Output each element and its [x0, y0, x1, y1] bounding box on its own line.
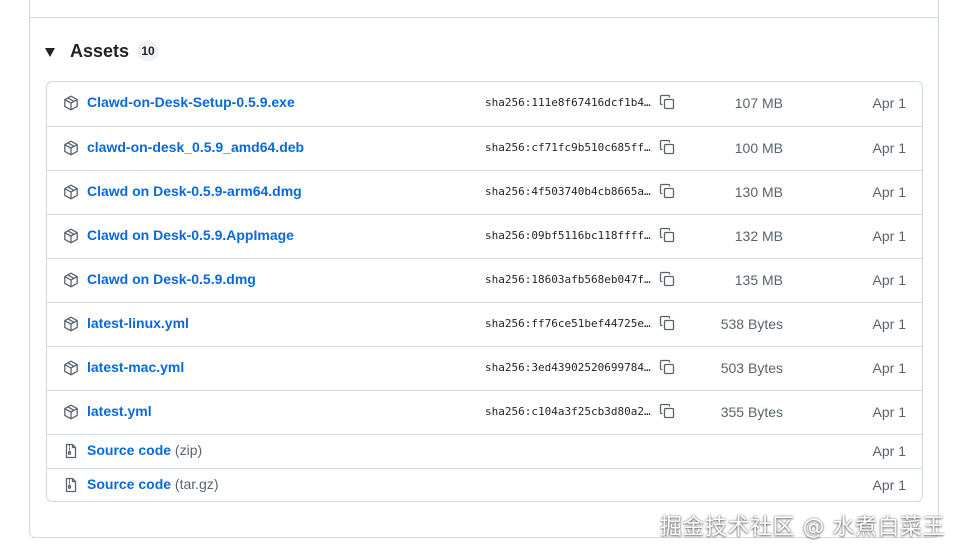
asset-date: Apr 1: [872, 477, 906, 493]
package-icon: [63, 184, 79, 200]
asset-date: Apr 1: [872, 184, 906, 200]
asset-download-link[interactable]: clawd-on-desk_0.5.9_amd64.deb: [87, 139, 304, 155]
source-code-link[interactable]: Source code (zip): [87, 442, 202, 458]
source-code-format: (tar.gz): [174, 476, 219, 492]
sha256-digest: sha256:111e8f67416dcf1b4…: [485, 96, 651, 109]
copy-icon[interactable]: [659, 315, 677, 333]
asset-name-text: clawd-on-desk_0.5.9_amd64.deb: [87, 139, 305, 155]
asset-download-link[interactable]: latest-mac.yml: [87, 359, 184, 375]
sha256-digest: sha256:4f503740b4cb8665a…: [485, 185, 651, 198]
asset-row: latest-mac.yml sha256:3ed43902520699784… 5…: [47, 346, 922, 390]
asset-date: Apr 1: [872, 272, 906, 288]
sha256-digest: sha256:c104a3f25cb3d80a2…: [485, 405, 651, 418]
copy-icon[interactable]: [659, 139, 677, 157]
package-icon: [63, 404, 79, 420]
copy-icon[interactable]: [659, 183, 677, 201]
file-zip-icon: [63, 477, 79, 493]
sha256-digest: sha256:cf71fc9b510c685ff…: [485, 141, 651, 154]
asset-name-text: Source code: [87, 442, 172, 458]
package-icon: [63, 95, 79, 111]
asset-download-link[interactable]: Clawd on Desk-0.5.9.AppImage: [87, 227, 294, 243]
asset-date: Apr 1: [872, 443, 906, 459]
asset-size: 107 MB: [734, 95, 783, 111]
asset-date: Apr 1: [872, 316, 906, 332]
sha256-digest: sha256:3ed43902520699784…: [485, 361, 651, 374]
asset-size: 135 MB: [734, 272, 783, 288]
section-divider: [29, 17, 939, 18]
asset-date: Apr 1: [872, 140, 906, 156]
source-code-format: (zip): [174, 442, 203, 458]
package-icon: [63, 272, 79, 288]
asset-row: Clawd on Desk-0.5.9-arm64.dmg sha256:4f50…: [47, 170, 922, 214]
watermark: 掘金技术社区 @ 水煮白菜王: [660, 515, 945, 540]
asset-row: clawd-on-desk_0.5.9_amd64.deb sha256:cf71…: [47, 126, 922, 170]
asset-row: Clawd-on-Desk-Setup-0.5.9.exe sha256:111e…: [47, 82, 922, 126]
package-icon: [63, 316, 79, 332]
asset-row: latest.yml sha256:c104a3f25cb3d80a2… 355 B…: [47, 390, 922, 434]
asset-date: Apr 1: [872, 404, 906, 420]
copy-icon[interactable]: [659, 227, 677, 245]
asset-size: 503 Bytes: [720, 360, 783, 376]
asset-download-link[interactable]: Clawd on Desk-0.5.9.dmg: [87, 271, 256, 287]
copy-icon[interactable]: [659, 271, 677, 289]
asset-date: Apr 1: [872, 228, 906, 244]
asset-size: 355 Bytes: [720, 404, 783, 420]
asset-download-link[interactable]: latest.yml: [87, 403, 152, 419]
asset-row: Clawd on Desk-0.5.9.AppImage sha256:09bf5…: [47, 214, 922, 258]
asset-name-text: Clawd on Desk-0.5.9.dmg: [87, 271, 256, 287]
asset-name-text: latest-mac.yml: [87, 359, 185, 375]
file-zip-icon: [63, 443, 79, 459]
sha256-digest: sha256:ff76ce51bef44725e…: [485, 317, 651, 330]
asset-download-link[interactable]: Clawd-on-Desk-Setup-0.5.9.exe: [87, 94, 295, 110]
source-code-link[interactable]: Source code (tar.gz): [87, 476, 219, 492]
caret-down-icon[interactable]: [45, 48, 55, 57]
asset-row: Source code (tar.gz) Apr 1: [47, 468, 922, 501]
asset-size: 538 Bytes: [720, 316, 783, 332]
sha256-digest: sha256:18603afb568eb047f…: [485, 273, 651, 286]
asset-name-text: latest.yml: [87, 403, 152, 419]
asset-name-text: Clawd on Desk-0.5.9-arm64.dmg: [87, 183, 302, 199]
asset-download-link[interactable]: latest-linux.yml: [87, 315, 189, 331]
asset-name-text: Source code: [87, 476, 172, 492]
asset-size: 100 MB: [734, 140, 783, 156]
copy-icon[interactable]: [659, 94, 677, 112]
asset-date: Apr 1: [872, 95, 906, 111]
asset-download-link[interactable]: Clawd on Desk-0.5.9-arm64.dmg: [87, 183, 302, 199]
assets-header[interactable]: Assets 10: [44, 38, 160, 64]
package-icon: [63, 360, 79, 376]
sha256-digest: sha256:09bf5116bc118ffff…: [485, 229, 651, 242]
assets-title: Assets: [70, 40, 130, 61]
package-icon: [63, 140, 79, 156]
asset-name-text: Clawd-on-Desk-Setup-0.5.9.exe: [87, 94, 295, 110]
asset-name-text: Clawd on Desk-0.5.9.AppImage: [87, 227, 294, 243]
asset-row: Source code (zip) Apr 1: [47, 434, 922, 468]
copy-icon[interactable]: [659, 403, 677, 421]
asset-size: 132 MB: [734, 228, 783, 244]
package-icon: [63, 228, 79, 244]
asset-size: 130 MB: [734, 184, 783, 200]
copy-icon[interactable]: [659, 359, 677, 377]
asset-row: Clawd on Desk-0.5.9.dmg sha256:18603afb56…: [47, 258, 922, 302]
asset-name-text: latest-linux.yml: [87, 315, 189, 331]
asset-date: Apr 1: [872, 360, 906, 376]
assets-list: Clawd-on-Desk-Setup-0.5.9.exe sha256:111e…: [46, 81, 923, 502]
asset-row: latest-linux.yml sha256:ff76ce51bef44725e…: [47, 302, 922, 346]
assets-count-badge: 10: [137, 41, 160, 61]
